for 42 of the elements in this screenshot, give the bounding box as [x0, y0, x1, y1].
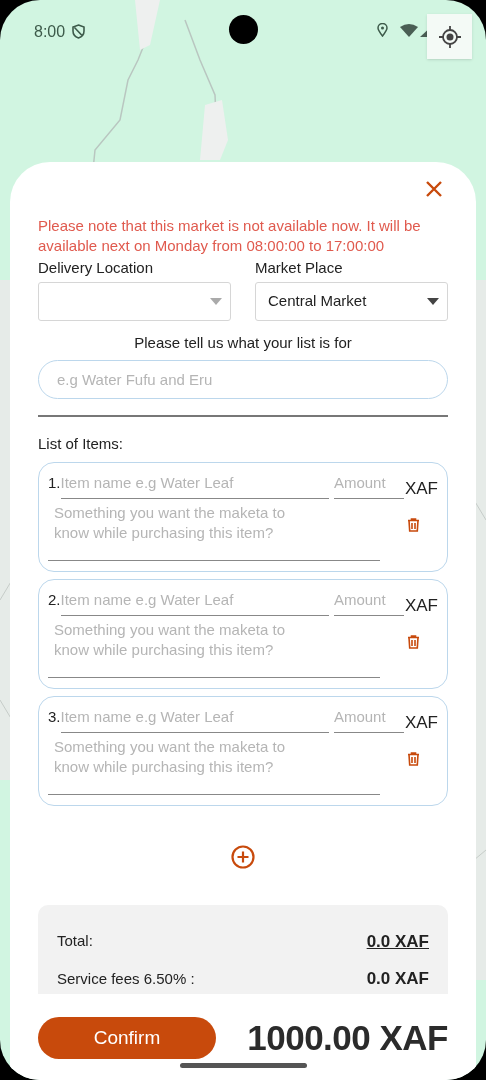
amount-field[interactable]: Amount: [333, 705, 404, 733]
item-number: 3.: [48, 706, 61, 727]
amount-field[interactable]: Amount: [333, 471, 404, 499]
dropdown-caret-icon: [210, 297, 222, 305]
trash-icon[interactable]: [407, 635, 420, 649]
item-note-field[interactable]: Something you want the maketa to know while purchasing this item?: [48, 620, 380, 678]
dropdown-field[interactable]: Central Market: [255, 281, 448, 321]
dropdown-field[interactable]: [38, 281, 231, 321]
list-purpose-prompt: Please tell us what your list is for: [133, 332, 353, 353]
summary-label: Total:: [57, 931, 93, 951]
field-label: Market Place: [255, 258, 344, 278]
item-note-field[interactable]: Something you want the maketa to know while purchasing this item?: [48, 737, 380, 795]
item-number: 2.: [48, 589, 61, 610]
dropdown-caret-icon: [427, 297, 439, 305]
item-name-field[interactable]: Item name e.g Water Leaf: [60, 705, 329, 733]
amount-field[interactable]: Amount: [333, 588, 404, 616]
item-name-field[interactable]: Item name e.g Water Leaf: [60, 471, 329, 499]
trash-icon[interactable]: [407, 518, 420, 532]
item-note-field[interactable]: Something you want the maketa to know while purchasing this item?: [48, 503, 380, 561]
status-time: 8:00: [34, 22, 66, 42]
location-pin-icon: [377, 23, 388, 37]
currency-label: XAF: [404, 711, 438, 734]
crosshair-icon: [437, 24, 462, 49]
list-purpose-field[interactable]: e.g Water Fufu and Eru: [38, 360, 448, 399]
confirm-button[interactable]: Confirm: [38, 1016, 216, 1059]
add-item-icon[interactable]: [231, 844, 255, 869]
currency-label: XAF: [404, 477, 438, 500]
shield-icon: [72, 24, 85, 39]
my-location-button[interactable]: [427, 14, 472, 59]
grand-total: 1000.00 XAF: [247, 1016, 448, 1059]
summary-value: 0.0 XAF: [366, 968, 429, 990]
items-heading: List of Items:: [38, 434, 125, 454]
trash-icon[interactable]: [407, 752, 420, 766]
item-number: 1.: [48, 472, 61, 493]
summary-value: 0.0 XAF: [366, 930, 429, 953]
item-name-field[interactable]: Item name e.g Water Leaf: [60, 588, 329, 616]
field-label: Delivery Location: [38, 258, 155, 278]
wifi-icon: [400, 24, 418, 37]
currency-label: XAF: [404, 594, 438, 617]
summary-label: Service fees 6.50% :: [57, 968, 195, 989]
availability-notice: Please note that this market is not available now. It will be available next on Monday from 08:00:00 to 17:00:00: [38, 216, 422, 256]
close-icon[interactable]: [425, 180, 443, 198]
